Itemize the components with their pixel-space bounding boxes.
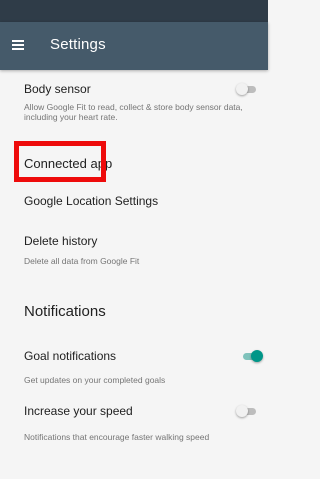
increase-speed-title: Increase your speed <box>24 404 133 418</box>
delete-history-title: Delete history <box>24 234 98 248</box>
location-settings-title: Google Location Settings <box>24 194 159 208</box>
app-bar: Settings <box>0 22 268 70</box>
body-sensor-toggle[interactable] <box>236 82 258 96</box>
status-bar <box>0 0 268 22</box>
body-sensor-title: Body sensor <box>24 82 91 96</box>
notifications-header: Notifications <box>24 303 106 320</box>
page-title: Settings <box>50 36 106 53</box>
body-sensor-row[interactable]: Body sensor Allow Google Fit to read, co… <box>0 80 268 136</box>
hamburger-menu-icon[interactable] <box>12 40 24 50</box>
location-settings-row[interactable]: Google Location Settings <box>0 190 268 218</box>
delete-history-subtitle: Delete all data from Google Fit <box>24 256 140 266</box>
goal-notifications-title: Goal notifications <box>24 349 117 363</box>
highlight-box <box>14 141 106 182</box>
increase-speed-subtitle: Notifications that encourage faster walk… <box>24 432 210 442</box>
goal-notifications-subtitle: Get updates on your completed goals <box>24 375 166 385</box>
increase-speed-toggle[interactable] <box>236 404 258 418</box>
increase-speed-row[interactable]: Increase your speed Notifications that e… <box>0 400 268 444</box>
goal-notifications-toggle[interactable] <box>241 349 263 363</box>
goal-notifications-row[interactable]: Goal notifications Get updates on your c… <box>0 345 268 387</box>
delete-history-row[interactable]: Delete history Delete all data from Goog… <box>0 230 268 272</box>
body-sensor-subtitle: Allow Google Fit to read, collect & stor… <box>24 102 243 122</box>
